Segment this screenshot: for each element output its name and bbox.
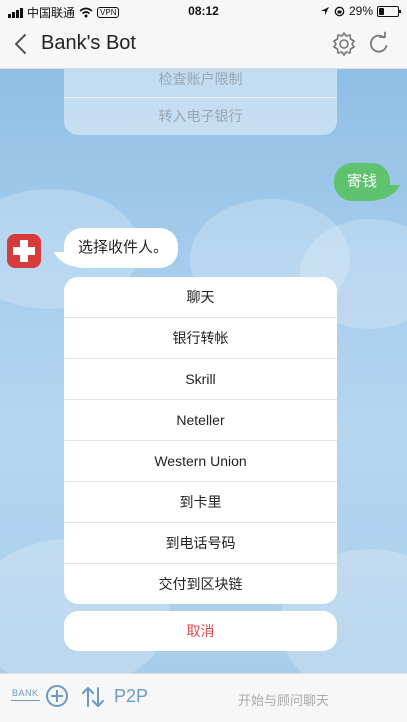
option-skrill[interactable]: Skrill: [64, 358, 337, 399]
bottom-bar: BANK P2P 开始与顾问聊天: [0, 673, 407, 722]
outgoing-message: 寄钱: [334, 163, 390, 201]
chat-header: Bank's Bot: [0, 22, 407, 69]
option-to-card[interactable]: 到卡里: [64, 481, 337, 522]
bot-avatar: [7, 234, 41, 268]
back-icon[interactable]: [10, 32, 32, 56]
previous-menu-item-ebank[interactable]: 转入电子银行: [64, 97, 337, 134]
battery-fill: [379, 7, 385, 15]
bot-message: 选择收件人。: [64, 228, 178, 268]
bank-button[interactable]: BANK: [11, 688, 40, 701]
previous-menu: 检查账户限制 转入电子银行: [64, 69, 337, 135]
option-neteller[interactable]: Neteller: [64, 399, 337, 440]
page-title: Bank's Bot: [41, 32, 136, 54]
chat-area[interactable]: 检查账户限制 转入电子银行 寄钱 选择收件人。 聊天 银行转帐 Skrill N…: [0, 69, 407, 673]
status-right: 29%: [320, 4, 401, 18]
option-to-phone[interactable]: 到电话号码: [64, 522, 337, 563]
option-western-union[interactable]: Western Union: [64, 440, 337, 481]
option-bank-transfer[interactable]: 银行转帐: [64, 317, 337, 358]
add-icon[interactable]: [46, 685, 68, 707]
location-icon: [320, 7, 329, 15]
orientation-lock-icon: [334, 6, 345, 16]
option-blockchain[interactable]: 交付到区块链: [64, 563, 337, 604]
refresh-icon[interactable]: [367, 31, 391, 57]
p2p-button[interactable]: P2P: [114, 686, 148, 707]
battery-icon: [377, 5, 401, 17]
previous-menu-item-check-limits[interactable]: 检查账户限制: [64, 69, 337, 97]
cross-icon-bar: [13, 247, 35, 255]
option-chat[interactable]: 聊天: [64, 277, 337, 317]
chat-input[interactable]: 开始与顾问聊天: [238, 690, 329, 709]
cancel-button[interactable]: 取消: [64, 611, 337, 651]
status-bar: 中国联通 VPN 08:12 29%: [0, 0, 407, 22]
gear-icon[interactable]: [331, 31, 357, 57]
swap-arrows-icon[interactable]: [80, 684, 106, 710]
recipient-options: 聊天 银行转帐 Skrill Neteller Western Union 到卡…: [64, 277, 337, 604]
battery-percent: 29%: [348, 4, 373, 18]
